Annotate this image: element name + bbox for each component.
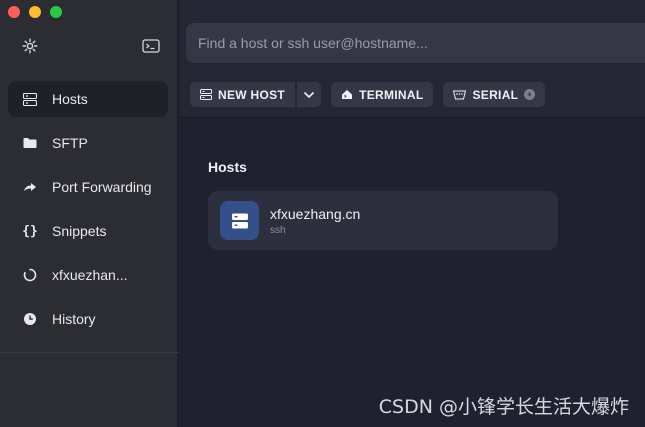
search-placeholder: Find a host or ssh user@hostname... [198, 35, 428, 51]
folder-icon [22, 135, 38, 151]
server-rack-icon [22, 91, 38, 107]
search-input[interactable]: Find a host or ssh user@hostname... [186, 23, 645, 63]
sidebar-item-label: Port Forwarding [52, 179, 152, 195]
sidebar-item-label: History [52, 311, 96, 327]
host-protocol: ssh [270, 224, 286, 236]
sidebar-item-sftp[interactable]: SFTP [8, 125, 168, 161]
window-controls [8, 6, 62, 18]
host-text: xfxuezhang.cn ssh [270, 206, 360, 236]
info-badge-icon [524, 89, 536, 100]
serial-label: SERIAL [472, 87, 519, 102]
watermark: CSDN @小锋学长生活大爆炸 [378, 396, 629, 418]
loading-spinner-icon [22, 267, 38, 283]
clock-icon [22, 311, 38, 327]
terminal-button[interactable]: TERMINAL [331, 82, 434, 107]
terminal-icon[interactable] [141, 36, 161, 56]
sidebar-item-label: Hosts [52, 91, 88, 107]
new-host-button[interactable]: NEW HOST [190, 82, 296, 107]
sidebar-item-port-forwarding[interactable]: Port Forwarding [8, 169, 168, 205]
terminal-label: TERMINAL [359, 87, 424, 102]
minimize-window-button[interactable] [29, 6, 41, 18]
top-bar: Find a host or ssh user@hostname... NEW … [179, 0, 645, 118]
sidebar-item-history[interactable]: History [8, 301, 168, 337]
sidebar: Hosts SFTP Port Forwarding {} Snippets x… [0, 0, 178, 427]
new-host-label: NEW HOST [218, 87, 286, 102]
sidebar-item-label: xfxuezhan... [52, 267, 128, 283]
sidebar-divider [0, 352, 178, 353]
main-panel: Find a host or ssh user@hostname... NEW … [179, 0, 645, 427]
sidebar-item-hosts[interactable]: Hosts [8, 81, 168, 117]
hosts-section-title: Hosts [208, 159, 247, 175]
serial-button[interactable]: SERIAL [443, 82, 546, 107]
toolbar: NEW HOST TERMINAL SERIAL [190, 82, 546, 107]
close-window-button[interactable] [8, 6, 20, 18]
sidebar-nav: Hosts SFTP Port Forwarding {} Snippets x… [8, 81, 168, 345]
sidebar-item-snippets[interactable]: {} Snippets [8, 213, 168, 249]
sidebar-item-label: SFTP [52, 135, 88, 151]
new-host-dropdown-button[interactable] [297, 82, 322, 107]
host-name: xfxuezhang.cn [270, 205, 361, 222]
sidebar-item-label: Snippets [52, 223, 107, 239]
forward-arrow-icon [22, 179, 38, 195]
server-rack-icon [220, 201, 259, 240]
host-card[interactable]: xfxuezhang.cn ssh [208, 191, 558, 250]
terminal-house-icon [341, 89, 353, 100]
serial-port-icon [453, 90, 467, 100]
gear-icon[interactable] [20, 36, 40, 56]
server-rack-icon [200, 89, 212, 100]
new-host-split-button: NEW HOST [190, 82, 322, 107]
zoom-window-button[interactable] [50, 6, 62, 18]
sidebar-item-session[interactable]: xfxuezhan... [8, 257, 168, 293]
braces-icon: {} [22, 223, 38, 239]
chevron-down-icon [303, 88, 315, 102]
